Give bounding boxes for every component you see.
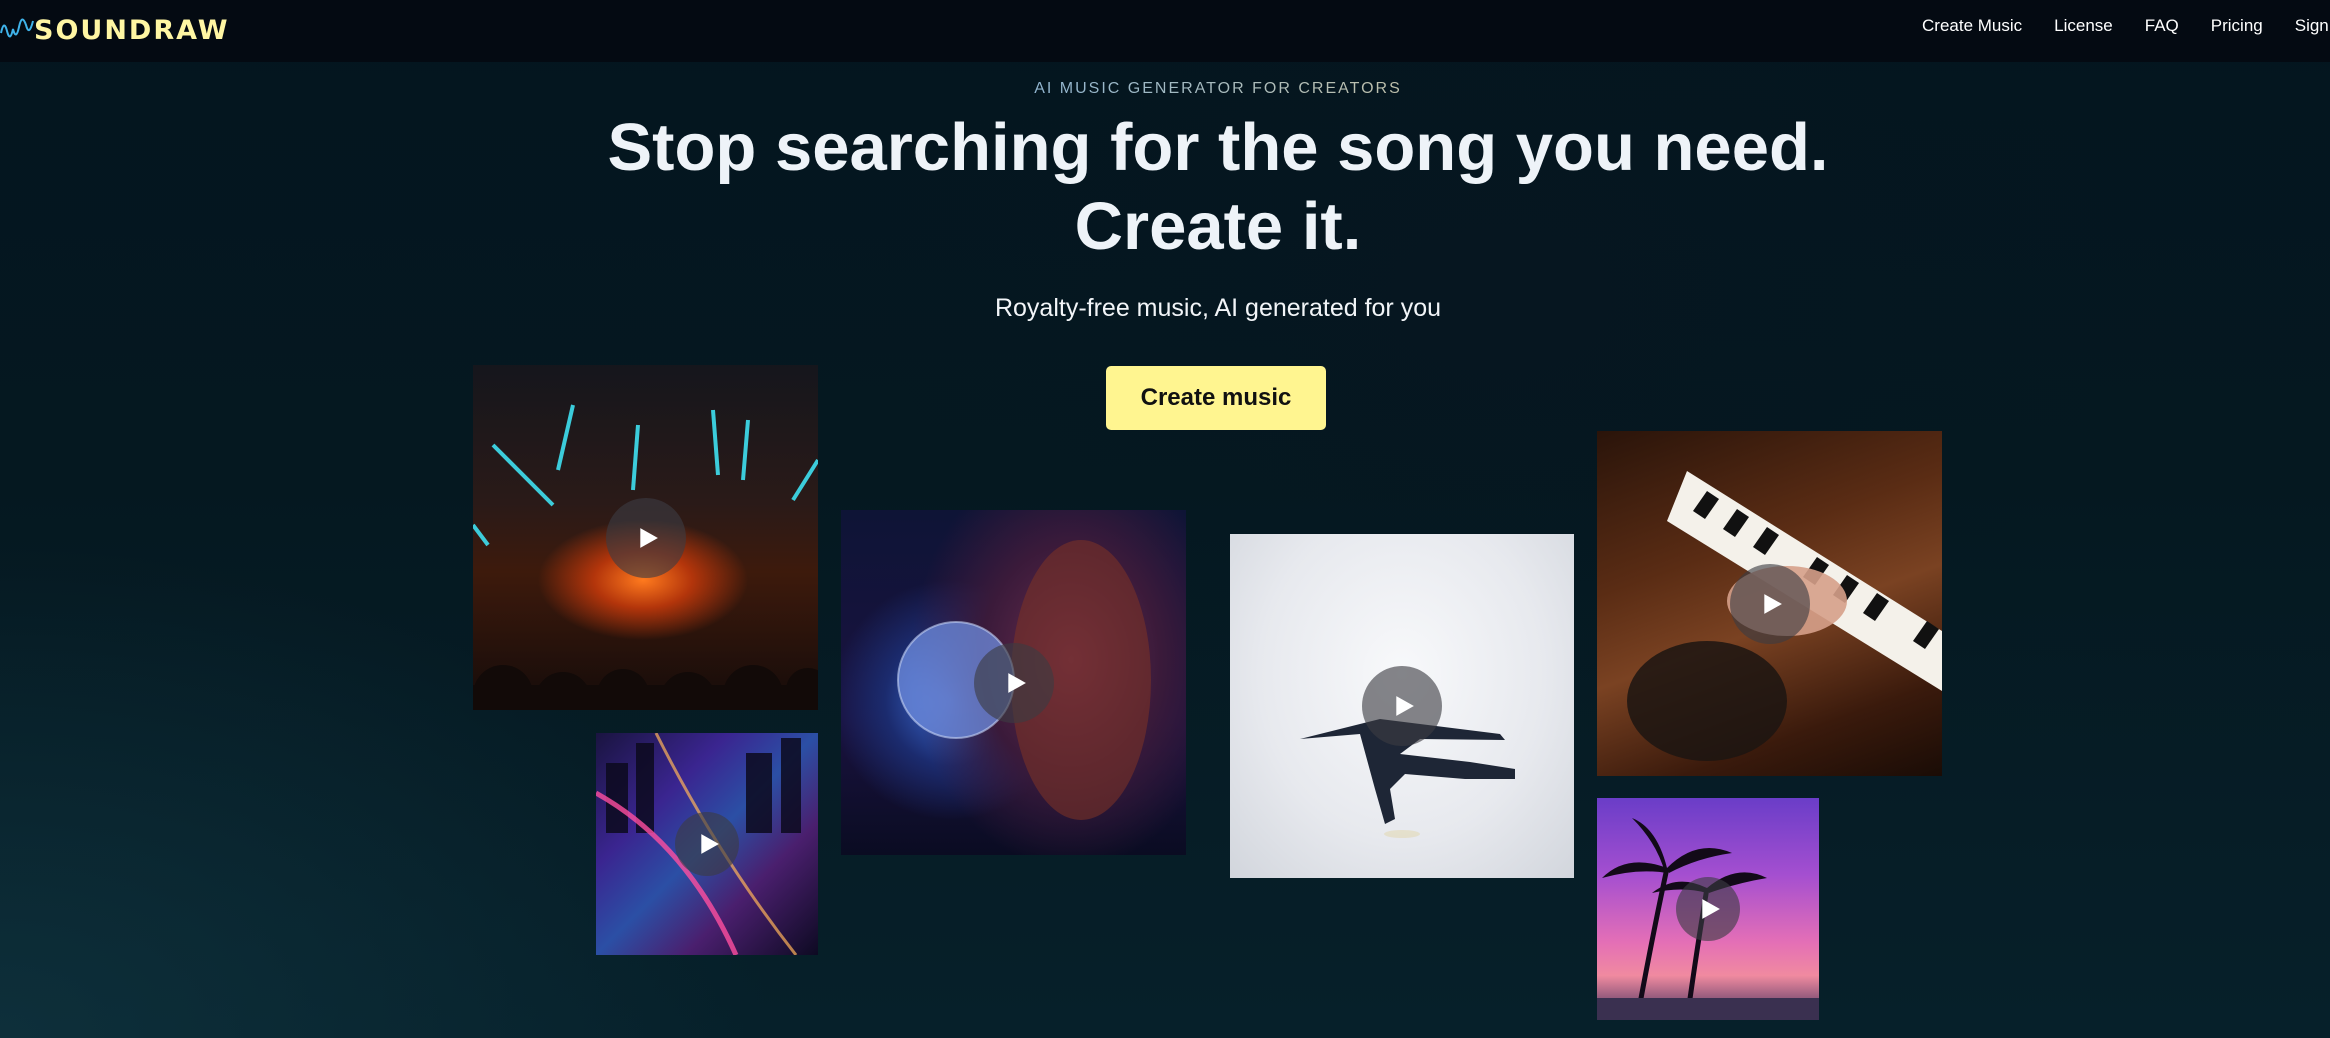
tile-palm-sunset[interactable] <box>1597 798 1819 1020</box>
tile-piano-hands[interactable] <box>1597 431 1942 776</box>
nav-pricing[interactable]: Pricing <box>2211 16 2263 36</box>
tile-disco-ball-woman[interactable] <box>841 510 1186 855</box>
hero-subheadline: Royalty-free music, AI generated for you <box>994 294 1442 322</box>
nav-sign-in[interactable]: Sign i <box>2295 16 2330 36</box>
logo[interactable]: SOUNDRAW <box>0 10 230 50</box>
play-button[interactable] <box>1676 877 1740 941</box>
play-icon <box>639 527 658 548</box>
play-icon <box>1007 672 1026 693</box>
play-button[interactable] <box>1362 666 1442 746</box>
nav-create-music[interactable]: Create Music <box>1922 16 2022 36</box>
hero-eyebrow: AI MUSIC GENERATOR FOR CREATORS <box>0 80 2330 98</box>
play-button[interactable] <box>675 812 739 876</box>
nav-links: Create Music License FAQ Pricing Sign i <box>1922 0 2330 52</box>
soundwave-icon <box>0 18 34 38</box>
headline-line-1: Stop searching for the song you need. <box>607 110 1829 185</box>
brand-name: SOUNDRAW <box>34 14 230 46</box>
headline-line-2: Create it. <box>1074 189 1362 264</box>
play-button[interactable] <box>605 497 686 578</box>
landing-page: SOUNDRAW Create Music License FAQ Pricin… <box>0 0 2330 1038</box>
play-button[interactable] <box>1729 563 1810 644</box>
nav-faq[interactable]: FAQ <box>2145 16 2179 36</box>
eyebrow-text: AI MUSIC GENERATOR FOR CREATORS <box>1034 80 1402 97</box>
play-icon <box>1702 899 1720 919</box>
top-navbar: SOUNDRAW Create Music License FAQ Pricin… <box>0 0 2330 62</box>
create-music-button[interactable]: Create music <box>1106 366 1326 430</box>
nav-license[interactable]: License <box>2054 16 2113 36</box>
tile-city-night[interactable] <box>596 733 818 955</box>
hero-headline: Stop searching for the song you need. Cr… <box>0 108 2330 266</box>
play-button[interactable] <box>973 642 1054 723</box>
play-icon <box>1396 696 1414 716</box>
tile-concert-lights[interactable] <box>473 365 818 710</box>
play-icon <box>1763 593 1782 614</box>
tile-dancer[interactable] <box>1230 534 1574 878</box>
play-icon <box>701 834 719 854</box>
